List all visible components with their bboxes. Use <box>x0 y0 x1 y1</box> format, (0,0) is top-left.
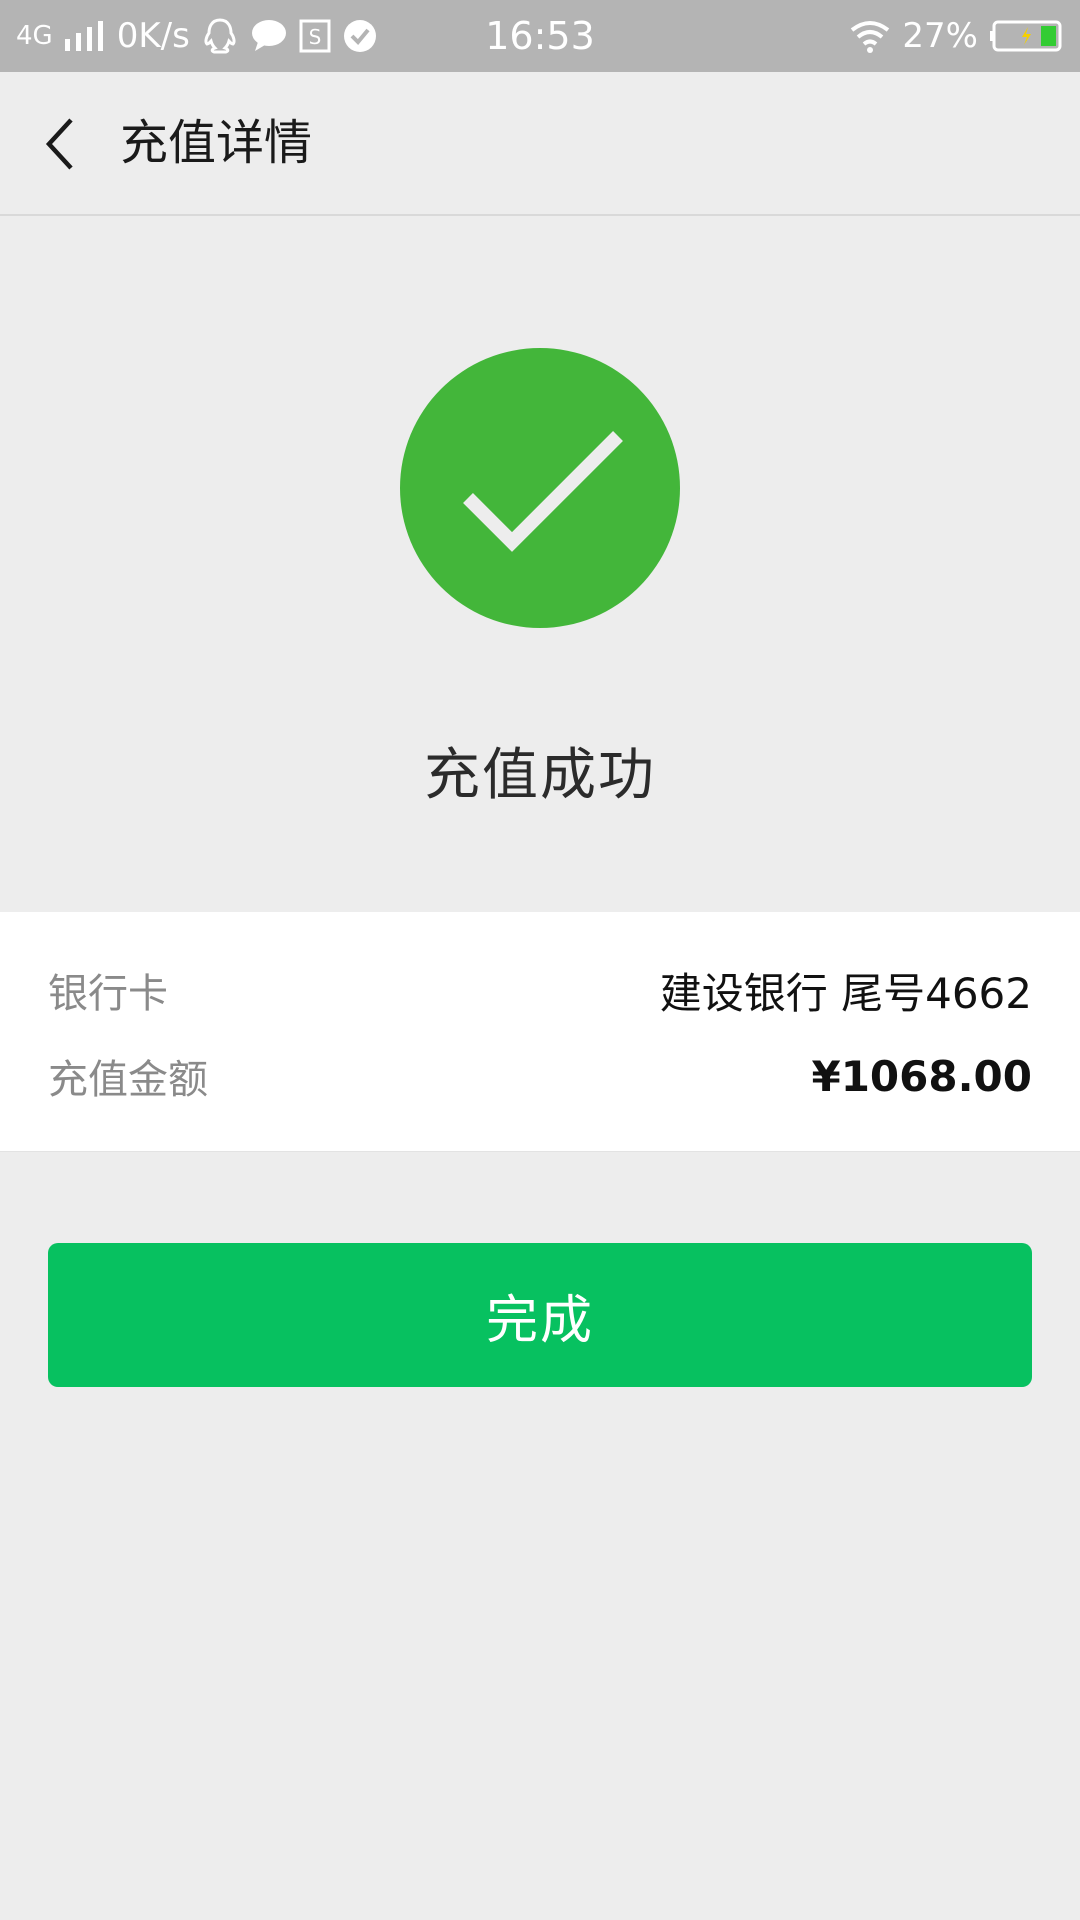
bank-card-label: 银行卡 <box>48 971 168 1017</box>
status-bar: 4G 0K/s S 16:53 27% <box>0 0 1080 72</box>
battery-percent: 27% <box>902 16 978 56</box>
chevron-left-icon <box>43 116 77 172</box>
bank-card-value: 建设银行 尾号4662 <box>659 968 1032 1018</box>
nav-bar: 充值详情 <box>0 72 1080 216</box>
amount-label: 充值金额 <box>48 1057 208 1103</box>
bank-card-row: 银行卡 建设银行 尾号4662 <box>48 960 1032 1020</box>
done-button[interactable]: 完成 <box>48 1243 1032 1387</box>
battery-icon <box>988 19 1062 53</box>
amount-value: ¥1068.00 <box>811 1051 1032 1101</box>
page-title: 充值详情 <box>120 115 313 171</box>
wifi-icon <box>848 18 892 54</box>
success-message: 充值成功 <box>424 743 656 808</box>
back-button[interactable] <box>30 108 90 180</box>
success-check-icon <box>400 348 680 628</box>
recharge-details: 银行卡 建设银行 尾号4662 充值金额 ¥1068.00 <box>0 912 1080 1152</box>
amount-row: 充值金额 ¥1068.00 <box>48 1046 1032 1106</box>
status-bar-right: 27% <box>848 0 1062 72</box>
